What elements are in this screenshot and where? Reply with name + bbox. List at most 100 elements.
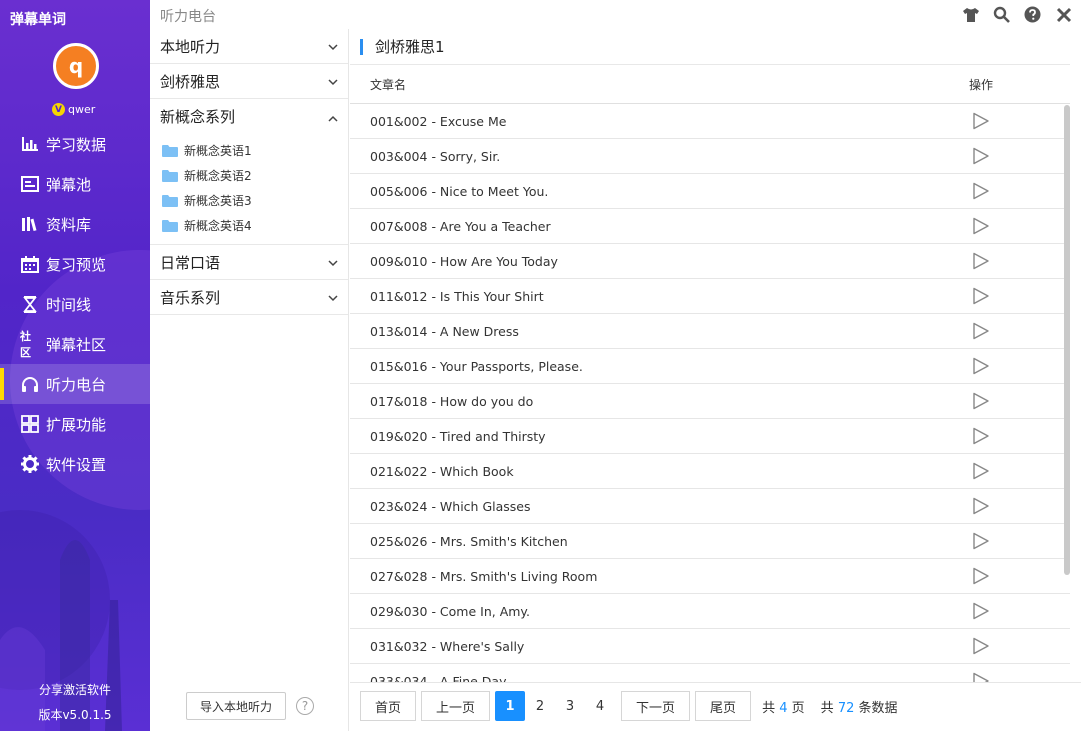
subcategory-label: 新概念英语2: [184, 169, 252, 183]
danmaku-icon: [20, 174, 40, 194]
play-icon[interactable]: [972, 217, 990, 235]
table-row[interactable]: 011&012 - Is This Your Shirt: [350, 279, 1070, 314]
table-row[interactable]: 021&022 - Which Book: [350, 454, 1070, 489]
sidebar-item-label: 资料库: [46, 215, 92, 234]
article-name: 015&016 - Your Passports, Please.: [370, 358, 583, 374]
sidebar-item-study-data[interactable]: 学习数据: [0, 124, 150, 164]
first-page-button[interactable]: 首页: [360, 691, 417, 721]
close-icon[interactable]: [1054, 5, 1073, 24]
article-name: 017&018 - How do you do: [370, 393, 534, 409]
page-number-1[interactable]: 1: [495, 691, 526, 721]
play-icon[interactable]: [972, 637, 990, 655]
table-header: 文章名 操作: [350, 65, 1070, 104]
article-name: 019&020 - Tired and Thirsty: [370, 428, 546, 444]
category-label: 日常口语: [160, 253, 221, 272]
next-page-button[interactable]: 下一页: [621, 691, 691, 721]
page-number-3[interactable]: 3: [555, 691, 585, 721]
table-row[interactable]: 007&008 - Are You a Teacher: [350, 209, 1070, 244]
table-row[interactable]: 005&006 - Nice to Meet You.: [350, 174, 1070, 209]
share-activate-link[interactable]: 分享激活软件: [0, 681, 150, 698]
sidebar-item-timeline[interactable]: 时间线: [0, 284, 150, 324]
page-number-2[interactable]: 2: [525, 691, 555, 721]
sidebar-item-label: 时间线: [46, 295, 92, 314]
play-icon[interactable]: [972, 567, 990, 585]
category-new-concept[interactable]: 新概念系列: [150, 99, 348, 134]
article-name: 033&034 - A Fine Day: [370, 673, 507, 683]
subcategory-label: 新概念英语3: [184, 194, 252, 208]
avatar[interactable]: q: [53, 43, 99, 89]
table-row[interactable]: 017&018 - How do you do: [350, 384, 1070, 419]
sidebar-item-listening-radio[interactable]: 听力电台: [0, 364, 150, 404]
chevron-down-icon: [328, 288, 338, 306]
play-icon[interactable]: [972, 392, 990, 410]
table-row[interactable]: 031&032 - Where's Sally: [350, 629, 1070, 664]
category-music-series[interactable]: 音乐系列: [150, 280, 348, 315]
play-icon[interactable]: [972, 462, 990, 480]
category-label: 剑桥雅思: [160, 72, 221, 91]
sidebar-item-label: 听力电台: [46, 375, 107, 394]
skin-tshirt-icon[interactable]: [961, 5, 980, 24]
play-icon[interactable]: [972, 672, 990, 682]
app-window: 弹幕单词 q V qwer 学习数据 弹幕池 资料库 复习预览 时间线 社区 弹…: [0, 0, 1081, 731]
sidebar-item-label: 软件设置: [46, 455, 107, 474]
table-row[interactable]: 023&024 - Which Glasses: [350, 489, 1070, 524]
table-row[interactable]: 029&030 - Come In, Amy.: [350, 594, 1070, 629]
subcategory-item[interactable]: 新概念英语1: [150, 138, 348, 163]
sidebar-item-review-preview[interactable]: 复习预览: [0, 244, 150, 284]
table-row[interactable]: 019&020 - Tired and Thirsty: [350, 419, 1070, 454]
subcategory-item[interactable]: 新概念英语2: [150, 163, 348, 188]
sidebar-item-settings[interactable]: 软件设置: [0, 444, 150, 484]
article-name: 003&004 - Sorry, Sir.: [370, 148, 501, 164]
play-icon[interactable]: [972, 427, 990, 445]
play-icon[interactable]: [972, 602, 990, 620]
table-row[interactable]: 009&010 - How Are You Today: [350, 244, 1070, 279]
table-row[interactable]: 013&014 - A New Dress: [350, 314, 1070, 349]
subcategory-item[interactable]: 新概念英语3: [150, 188, 348, 213]
play-icon[interactable]: [972, 147, 990, 165]
app-title: 弹幕单词: [10, 12, 66, 28]
table-row[interactable]: 001&002 - Excuse Me: [350, 104, 1070, 139]
subcategory-item[interactable]: 新概念英语4: [150, 213, 348, 238]
help-circle-icon[interactable]: ?: [296, 697, 314, 715]
article-name: 011&012 - Is This Your Shirt: [370, 288, 544, 304]
window-toolbar: [961, 5, 1073, 24]
chevron-down-icon: [328, 253, 338, 271]
table-row[interactable]: 027&028 - Mrs. Smith's Living Room: [350, 559, 1070, 594]
sidebar-item-danmaku-pool[interactable]: 弹幕池: [0, 164, 150, 204]
table-row[interactable]: 025&026 - Mrs. Smith's Kitchen: [350, 524, 1070, 559]
play-icon[interactable]: [972, 112, 990, 130]
play-icon[interactable]: [972, 322, 990, 340]
table-row[interactable]: 015&016 - Your Passports, Please.: [350, 349, 1070, 384]
category-local-listening[interactable]: 本地听力: [150, 29, 348, 64]
bar-chart-icon: [20, 134, 40, 154]
article-name: 025&026 - Mrs. Smith's Kitchen: [370, 533, 568, 549]
sidebar-item-library[interactable]: 资料库: [0, 204, 150, 244]
play-icon[interactable]: [972, 287, 990, 305]
import-local-listening-button[interactable]: 导入本地听力: [186, 692, 286, 720]
sidebar-item-community[interactable]: 社区 弹幕社区: [0, 324, 150, 364]
category-daily-speaking[interactable]: 日常口语: [150, 245, 348, 280]
scrollbar-thumb[interactable]: [1064, 105, 1070, 575]
play-icon[interactable]: [972, 532, 990, 550]
search-icon[interactable]: [992, 5, 1011, 24]
category-cambridge-ielts[interactable]: 剑桥雅思: [150, 64, 348, 99]
table-row[interactable]: 033&034 - A Fine Day: [350, 664, 1070, 682]
table-row[interactable]: 003&004 - Sorry, Sir.: [350, 139, 1070, 174]
total-pages: 共 4 页: [762, 697, 805, 716]
play-icon[interactable]: [972, 357, 990, 375]
prev-page-button[interactable]: 上一页: [421, 691, 491, 721]
page-number-4[interactable]: 4: [585, 691, 615, 721]
sidebar-nav: 学习数据 弹幕池 资料库 复习预览 时间线 社区 弹幕社区 听力电台 扩展功能 …: [0, 124, 150, 484]
article-name: 023&024 - Which Glasses: [370, 498, 531, 514]
article-name: 005&006 - Nice to Meet You.: [370, 183, 549, 199]
play-icon[interactable]: [972, 252, 990, 270]
breadcrumb: 听力电台: [160, 9, 216, 25]
sidebar-item-extensions[interactable]: 扩展功能: [0, 404, 150, 444]
play-icon[interactable]: [972, 497, 990, 515]
help-icon[interactable]: [1023, 5, 1042, 24]
play-icon[interactable]: [972, 182, 990, 200]
article-list: 001&002 - Excuse Me 003&004 - Sorry, Sir…: [350, 104, 1070, 682]
vip-icon: V: [52, 103, 65, 116]
user-info[interactable]: V qwer: [52, 103, 95, 116]
last-page-button[interactable]: 尾页: [695, 691, 752, 721]
